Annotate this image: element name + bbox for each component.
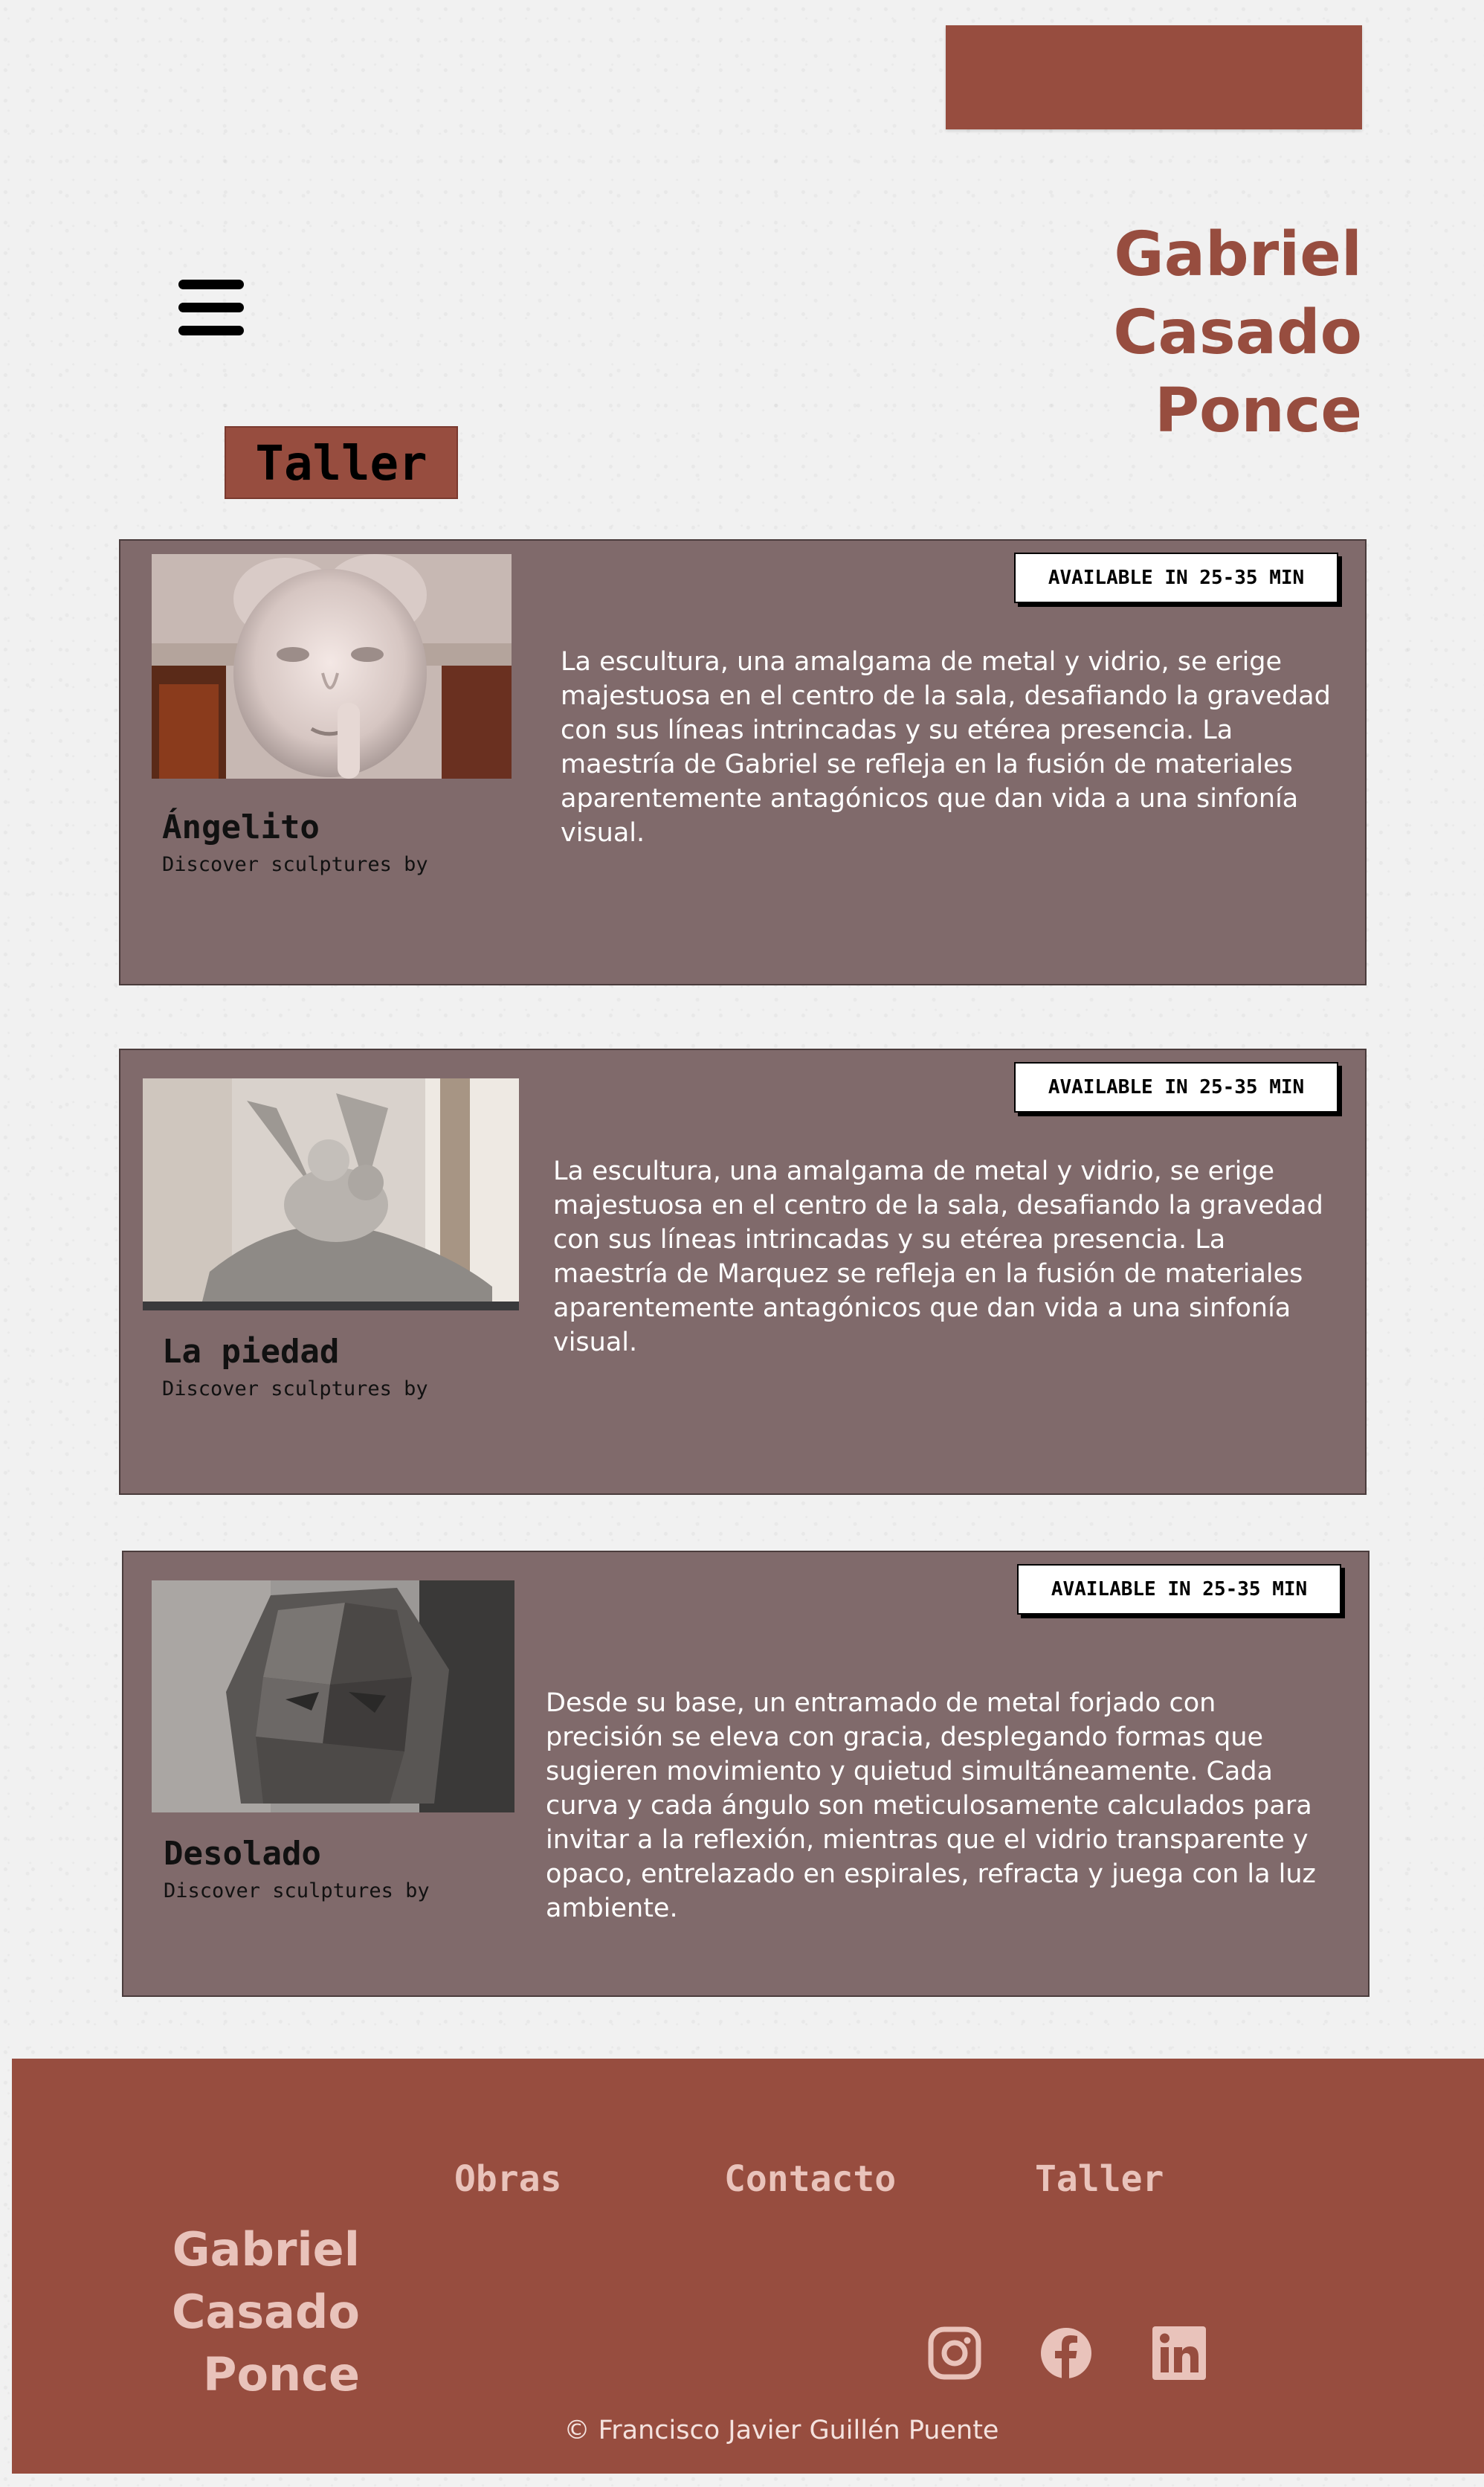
footer-link-taller[interactable]: Taller (1035, 2158, 1164, 2200)
psyche-and-cupid-sculpture-photo (143, 1078, 519, 1310)
menu-line (178, 326, 244, 335)
cherub-sculpture-photo (152, 554, 512, 779)
brand-line: Casado (1113, 297, 1362, 368)
sculpture-card[interactable]: Ángelito Discover sculptures by AVAILABL… (119, 539, 1367, 985)
footer-link-contacto[interactable]: Contacto (724, 2158, 896, 2200)
footer-link-obras[interactable]: Obras (454, 2158, 562, 2200)
card-title: La piedad (162, 1333, 340, 1371)
facebook-icon[interactable] (1038, 2325, 1094, 2381)
sculpture-card[interactable]: La piedad Discover sculptures by AVAILAB… (119, 1049, 1367, 1495)
card-subtitle: Discover sculptures by (164, 1879, 430, 1902)
card-subtitle: Discover sculptures by (162, 1377, 428, 1400)
copyright-text: © Francisco Javier Guillén Puente (564, 2416, 999, 2445)
brand-line: Gabriel (172, 2222, 360, 2277)
hamburger-menu-icon[interactable] (178, 278, 245, 338)
brand-line: Gabriel (1114, 219, 1362, 290)
site-footer: Gabriel Casado Ponce Obras Contacto Tall… (12, 2059, 1484, 2474)
availability-badge: AVAILABLE IN 25-35 MIN (1017, 1564, 1341, 1615)
menu-line (178, 280, 244, 289)
sculpture-card[interactable]: Desolado Discover sculptures by AVAILABL… (122, 1551, 1370, 1997)
section-title: Taller (225, 426, 458, 499)
linkedin-icon[interactable] (1151, 2325, 1207, 2381)
faceted-head-sculpture-photo (152, 1580, 514, 1812)
brand-line: Ponce (1154, 376, 1362, 446)
card-subtitle: Discover sculptures by (162, 853, 428, 876)
brand-line: Casado (171, 2285, 360, 2339)
menu-line (178, 303, 244, 312)
brand-line: Ponce (203, 2347, 360, 2401)
card-description: Desde su base, un entramado de metal for… (546, 1688, 1316, 1923)
card-description: La escultura, una amalgama de metal y vi… (553, 1156, 1323, 1357)
card-title: Desolado (164, 1835, 321, 1873)
instagram-icon[interactable] (926, 2325, 983, 2381)
top-banner (946, 25, 1362, 129)
footer-brand[interactable]: Gabriel Casado Ponce (161, 2219, 360, 2406)
card-title: Ángelito (162, 808, 320, 846)
availability-badge: AVAILABLE IN 25-35 MIN (1014, 1062, 1338, 1113)
availability-badge: AVAILABLE IN 25-35 MIN (1014, 553, 1338, 603)
card-description: La escultura, una amalgama de metal y vi… (561, 647, 1331, 848)
site-brand[interactable]: Gabriel Casado Ponce (975, 216, 1362, 450)
